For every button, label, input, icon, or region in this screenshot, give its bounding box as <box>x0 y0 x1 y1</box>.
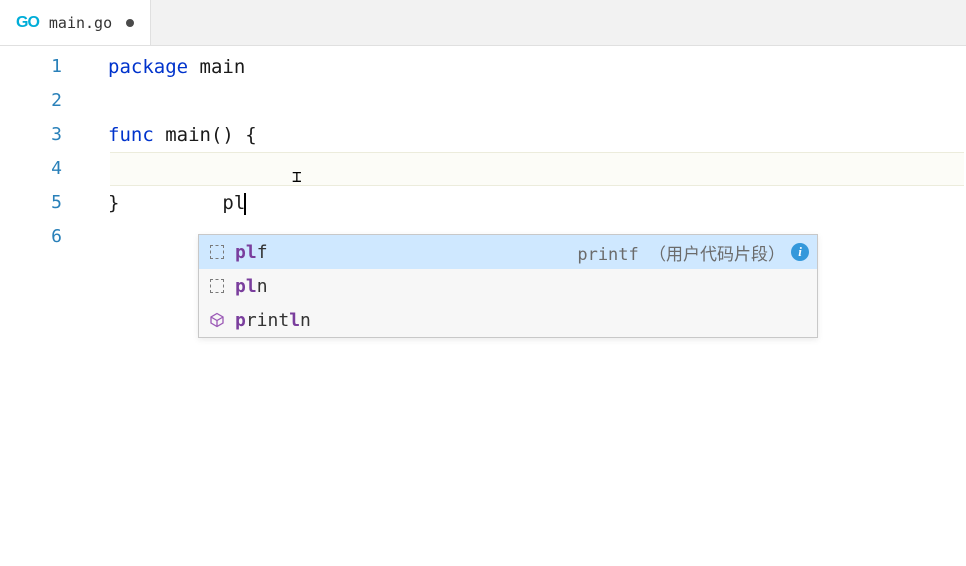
line-number[interactable]: 4 <box>0 152 80 186</box>
suggest-detail: printf （用户代码片段） i <box>577 240 809 265</box>
code-line[interactable]: } <box>108 186 966 220</box>
code-line[interactable] <box>108 84 966 118</box>
line-number[interactable]: 2 <box>0 84 80 118</box>
code-line-current[interactable]: pl ⌶ <box>108 152 966 186</box>
line-number[interactable]: 5 <box>0 186 80 220</box>
punctuation: } <box>108 192 119 214</box>
suggest-widget[interactable]: plf printf （用户代码片段） i pln println <box>198 234 818 338</box>
function-icon <box>207 310 227 330</box>
identifier: main <box>154 124 211 146</box>
suggest-label: pln <box>235 276 268 297</box>
tab-filename: main.go <box>49 14 112 32</box>
editor: 1 2 3 4 5 6 package main func main() { p… <box>0 46 966 566</box>
line-number[interactable]: 3 <box>0 118 80 152</box>
keyword: func <box>108 124 154 146</box>
line-number[interactable]: 6 <box>0 220 80 254</box>
keyword: package <box>108 56 188 78</box>
code-line[interactable]: func main() { <box>108 118 966 152</box>
identifier: main <box>188 56 245 78</box>
line-number[interactable]: 1 <box>0 50 80 84</box>
current-line-highlight <box>110 152 964 186</box>
snippet-icon <box>207 276 227 296</box>
suggest-item[interactable]: println <box>199 303 817 337</box>
info-icon[interactable]: i <box>791 243 809 261</box>
code-line[interactable]: package main <box>108 50 966 84</box>
suggest-item[interactable]: pln <box>199 269 817 303</box>
suggest-label: plf <box>235 242 268 263</box>
dirty-indicator-icon <box>126 19 134 27</box>
go-file-icon: GO <box>16 14 39 32</box>
suggest-label: println <box>235 310 311 331</box>
punctuation: () { <box>211 124 257 146</box>
tab-bar: GO main.go <box>0 0 966 46</box>
snippet-icon <box>207 242 227 262</box>
suggest-item[interactable]: plf printf （用户代码片段） i <box>199 235 817 269</box>
line-gutter: 1 2 3 4 5 6 <box>0 46 80 566</box>
editor-tab[interactable]: GO main.go <box>0 0 151 45</box>
